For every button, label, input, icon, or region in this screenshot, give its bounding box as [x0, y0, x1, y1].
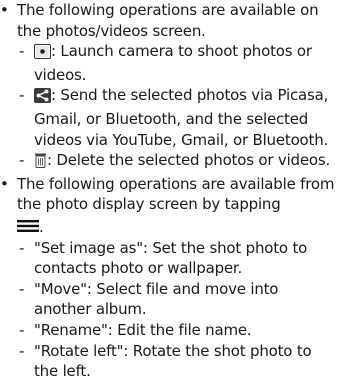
bullet-text: The following operations are available o… [17, 1, 319, 40]
trash-icon [34, 153, 47, 174]
move-description: "Move": Select file and move into anothe… [34, 279, 279, 319]
dash-mark: - [19, 238, 25, 257]
sub-item-share: - : Send the selected photos via Picasa,… [0, 85, 338, 150]
sub-item-rotate-left: - "Rotate left": Rotate the shot photo t… [0, 341, 338, 382]
bullet-photo-display-screen: • The following operations are available… [0, 174, 338, 238]
menu-trailing-period: . [39, 217, 44, 236]
dash-mark: - [19, 86, 25, 105]
rotate-left-description: "Rotate left": Rotate the shot photo to … [34, 341, 312, 381]
instructions-document: • The following operations are available… [0, 0, 338, 380]
camera-description: : Launch camera to shoot photos or video… [34, 42, 312, 84]
sub-item-rename: - "Rename": Edit the file name. [0, 320, 338, 341]
delete-description: : Delete the selected photos or videos. [47, 151, 331, 170]
bullet-mark: • [0, 1, 9, 19]
dash-mark: - [19, 279, 25, 298]
bullet-mark: • [0, 174, 9, 193]
set-image-as-description: "Set image as": Set the shot photo to co… [34, 238, 308, 278]
share-icon [34, 88, 51, 109]
sub-item-move: - "Move": Select file and move into anot… [0, 279, 338, 320]
rename-description: "Rename": Edit the file name. [34, 320, 252, 339]
dash-mark: - [19, 320, 25, 339]
sub-item-set-image-as: - "Set image as": Set the shot photo to … [0, 238, 338, 279]
dash-mark: - [19, 341, 25, 360]
camera-icon [34, 44, 51, 65]
bullet-text: The following operations are available f… [17, 174, 335, 214]
dash-mark: - [19, 42, 25, 61]
dash-mark: - [19, 151, 25, 170]
sub-item-camera: - : Launch camera to shoot photos or vid… [0, 41, 338, 85]
sub-item-delete: - : Delete the selected photos or videos… [0, 150, 338, 174]
bullet-photos-videos-screen: • The following operations are available… [0, 0, 338, 41]
share-description: : Send the selected photos via Picasa, G… [34, 86, 329, 149]
menu-icon [17, 217, 39, 238]
